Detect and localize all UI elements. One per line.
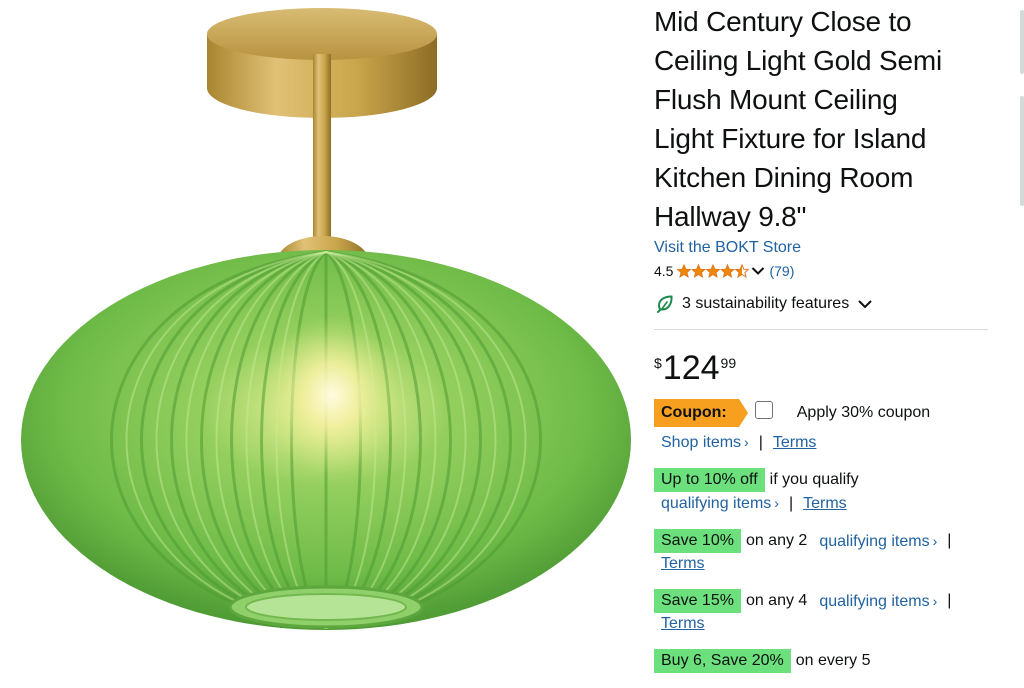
deal-badge: Save 10% [654, 529, 741, 553]
deal-up-to-10: Up to 10% off if you qualify qualifying … [654, 468, 999, 515]
deal-save-15: Save 15% on any 4 qualifying items › | Te… [654, 589, 999, 635]
coupon-terms-link[interactable]: Terms [773, 432, 817, 454]
title-line: Hallway 9.8" [654, 201, 807, 232]
leaf-icon [656, 295, 674, 313]
deal-badge: Up to 10% off [654, 468, 765, 492]
sustainability-row[interactable]: 3 sustainability features [654, 293, 999, 315]
qualifying-items-link[interactable]: qualifying items › [819, 590, 937, 613]
separator: | [947, 532, 952, 549]
deal-links: Terms [654, 613, 999, 635]
deal-terms-link[interactable]: Terms [803, 493, 847, 515]
coupon-row: Coupon: Apply 30% coupon [654, 399, 999, 427]
qualifying-items-label: qualifying items [819, 532, 930, 550]
title-line: Ceiling Light Gold Semi [654, 45, 942, 76]
sustainability-features-text: 3 sustainability features [682, 295, 850, 312]
divider [654, 329, 988, 330]
deal-buy-6: Buy 6, Save 20% on every 5 [654, 649, 999, 673]
chevron-right-icon: › [932, 592, 938, 609]
chevron-right-icon: › [774, 495, 779, 511]
shop-items-label: Shop items [661, 434, 742, 451]
price: $ 124 99 [654, 350, 999, 386]
deal-text: if you qualify [769, 471, 859, 488]
deal-line: Up to 10% off if you qualify [654, 468, 999, 492]
chevron-right-icon: › [932, 532, 938, 549]
scrollbar[interactable] [1018, 0, 1024, 688]
qualifying-items-label: qualifying items [819, 592, 930, 610]
title-line: Light Fixture for Island [654, 123, 927, 154]
rating-stars[interactable] [677, 261, 769, 281]
deal-text: on every 5 [795, 652, 871, 669]
qualifying-items-link[interactable]: qualifying items › [819, 530, 937, 553]
chevron-down-icon[interactable] [751, 261, 765, 281]
rating-row: 4.5 (79) [654, 261, 999, 281]
apply-coupon-checkbox[interactable] [754, 401, 773, 419]
price-symbol: $ [654, 355, 662, 371]
deal-save-10: Save 10% on any 2 qualifying items › | Te… [654, 529, 999, 575]
star-icon [677, 263, 750, 278]
visit-store-link[interactable]: Visit the BOKT Store [654, 237, 999, 259]
qualifying-items-label: qualifying items [661, 495, 772, 512]
separator: | [758, 433, 763, 451]
product-info-panel: Mid Century Close to Ceiling Light Gold … [654, 0, 999, 673]
price-whole: 124 [662, 349, 720, 387]
chevron-down-icon[interactable] [857, 299, 873, 309]
rating-value: 4.5 [654, 263, 674, 279]
product-image[interactable] [0, 0, 640, 688]
deal-text: on any 2 [745, 532, 808, 549]
scroll-thumb[interactable] [1020, 96, 1024, 206]
title-line: Mid Century Close to [654, 6, 912, 37]
deal-badge: Buy 6, Save 20% [654, 649, 791, 673]
deal-badge: Save 15% [654, 589, 741, 613]
deal-terms-link[interactable]: Terms [661, 613, 705, 635]
separator: | [947, 592, 952, 609]
title-line: Flush Mount Ceiling [654, 84, 898, 115]
qualifying-items-link[interactable]: qualifying items › [661, 492, 779, 515]
chevron-right-icon: › [744, 434, 749, 450]
coupon-badge: Coupon: [654, 399, 748, 427]
product-title: Mid Century Close to Ceiling Light Gold … [654, 2, 999, 236]
shop-items-link[interactable]: Shop items › [661, 431, 749, 454]
deal-text: on any 4 [745, 592, 808, 609]
scroll-thumb[interactable] [1020, 10, 1024, 74]
deal-links: Terms [654, 553, 999, 575]
title-line: Kitchen Dining Room [654, 162, 914, 193]
separator: | [788, 494, 794, 512]
deal-line: Buy 6, Save 20% on every 5 [654, 649, 999, 673]
deal-links: qualifying items › | Terms [654, 492, 999, 515]
price-fraction: 99 [720, 355, 737, 371]
review-count-link[interactable]: (79) [769, 261, 794, 281]
deal-terms-link[interactable]: Terms [661, 553, 705, 575]
coupon-links: Shop items › | Terms [654, 431, 999, 454]
apply-coupon-label[interactable]: Apply 30% coupon [797, 404, 930, 422]
deal-line: Save 10% on any 2 qualifying items › | [654, 529, 999, 553]
deal-line: Save 15% on any 4 qualifying items › | [654, 589, 999, 613]
lamp-image [21, 8, 631, 630]
